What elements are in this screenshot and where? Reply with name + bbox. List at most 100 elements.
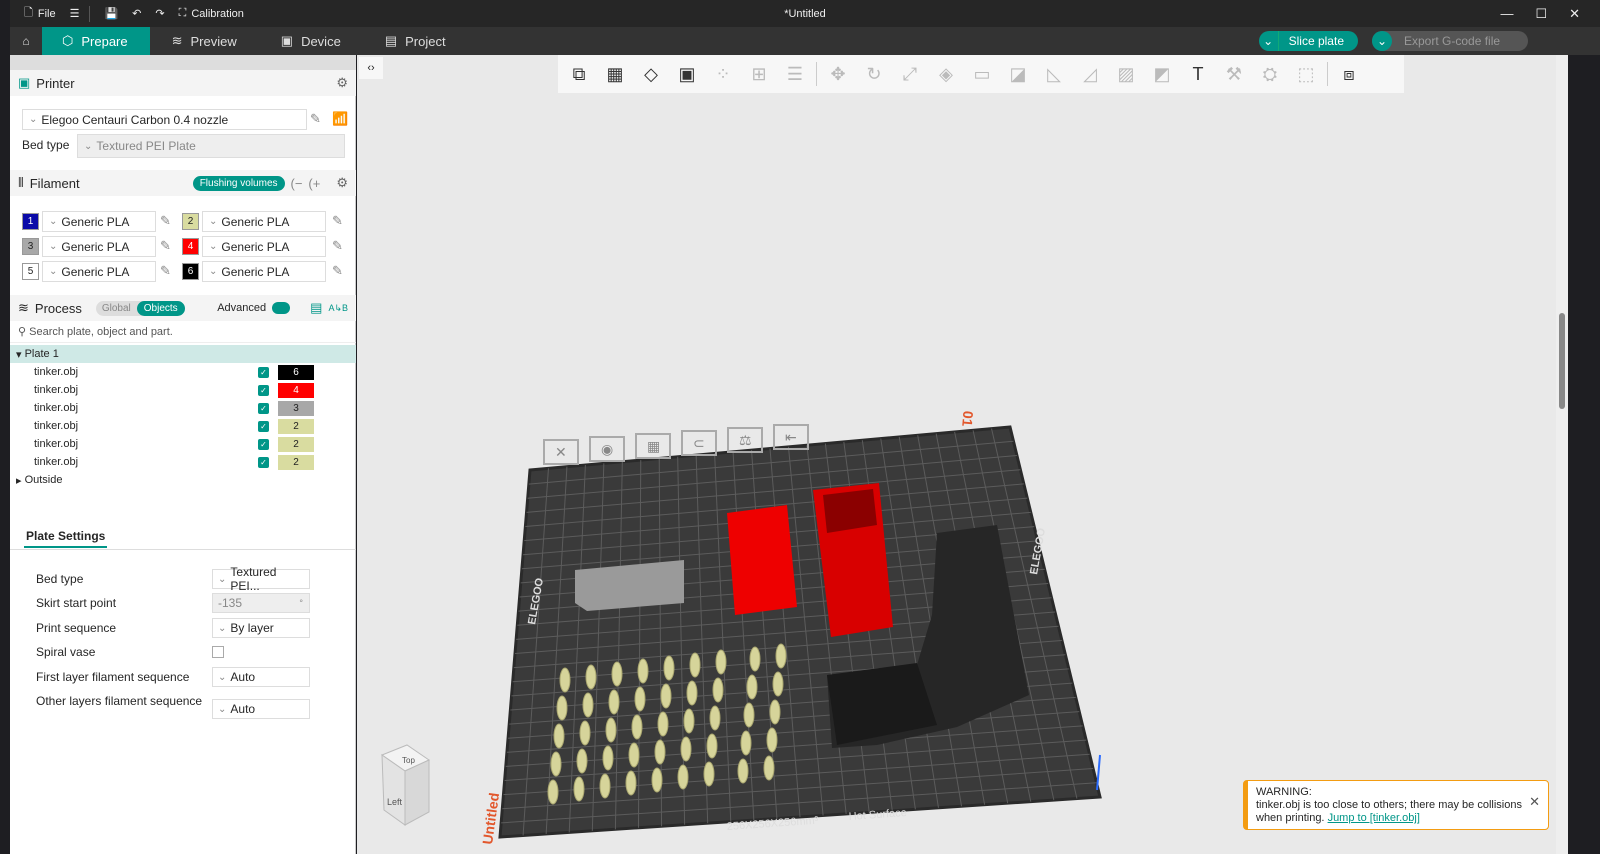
filament-select[interactable]: ⌄ Generic PLA [42,236,156,257]
bullet-object[interactable] [712,677,724,703]
add-filament-icon[interactable]: (+ [308,176,320,191]
plate-settings-tab[interactable]: Plate Settings [24,529,108,548]
bullet-object[interactable] [709,705,721,731]
global-toggle[interactable]: Global [96,301,137,316]
spiral-vase-checkbox[interactable] [212,646,224,658]
bullet-object[interactable] [743,702,755,728]
object-filament[interactable]: 6 [278,364,314,380]
bullet-object[interactable] [582,692,594,718]
filament-swatch[interactable]: 3 [22,238,39,255]
calibration-button[interactable]: ⛶ Calibration [179,7,244,20]
visibility-checkbox[interactable]: ✓ [258,438,269,450]
bullet-object[interactable] [769,699,781,725]
bullet-object[interactable] [749,646,761,672]
tab-prepare[interactable]: ⬡ Prepare [42,27,150,55]
tree-plate[interactable]: ▾ Plate 1 [10,345,356,363]
bullet-object[interactable] [657,711,669,737]
bullet-object[interactable] [559,667,571,693]
tree-object[interactable]: tinker.obj ✓ 3 [10,399,356,417]
printer-select[interactable]: ⌄ Elegoo Centauri Carbon 0.4 nozzle [22,109,307,130]
tab-preview[interactable]: ≋ Preview [150,27,259,55]
minimize-button[interactable]: — [1500,6,1513,21]
filament-swatch[interactable]: 1 [22,213,39,230]
object-filament[interactable]: 2 [278,418,314,434]
home-button[interactable]: ⌂ [10,27,42,55]
bullet-object[interactable] [547,779,559,805]
tree-object[interactable]: tinker.obj ✓ 2 [10,417,356,435]
bullet-object[interactable] [772,671,784,697]
flushing-volumes-button[interactable]: Flushing volumes [192,175,285,191]
bullet-object[interactable] [628,742,640,768]
objects-toggle[interactable]: Objects [136,300,185,316]
setting-select[interactable]: ⌄ By layer [212,618,310,638]
tree-outside[interactable]: ▸ Outside [10,471,356,489]
undo-button[interactable]: ↶ [132,7,141,20]
settings-sliders-icon[interactable]: ⚙ [336,75,348,91]
edit-icon[interactable]: ✎ [160,238,171,254]
bullet-object[interactable] [677,764,689,790]
tree-object[interactable]: tinker.obj ✓ 6 [10,363,356,381]
bullet-object[interactable] [663,655,675,681]
setting-select[interactable]: ⌄ Auto [212,699,310,719]
filament-swatch[interactable]: 2 [182,213,199,230]
rename-icon[interactable]: A↳B [328,303,348,314]
edit-icon[interactable]: ✎ [332,238,343,254]
tree-object[interactable]: tinker.obj ✓ 2 [10,453,356,471]
bullet-object[interactable] [654,739,666,765]
bullet-object[interactable] [766,727,778,753]
bullet-object[interactable] [553,723,565,749]
visibility-checkbox[interactable]: ✓ [258,402,269,414]
bullet-object[interactable] [573,776,585,802]
maximize-button[interactable]: ☐ [1535,6,1547,22]
tree-object[interactable]: tinker.obj ✓ 2 [10,435,356,453]
jump-to-object-link[interactable]: Jump to [tinker.obj] [1328,812,1420,824]
view-cube-front[interactable] [404,759,430,826]
3d-viewport[interactable]: ‹› ⧉ ▦ ◇ ▣ ⁘ ⊞ ☰ ✥ ↻ ⤢ ◈ ▭ ◪ ◺ ◿ ▨ ◩ T ⚒ ⛭ ⬚ ⧈ ✕ ◉ ▦ ⊂ ⚖ ⇤ 01 256X25… [357,55,1556,854]
filament-select[interactable]: ⌄ Generic PLA [202,211,326,232]
object-filament[interactable]: 2 [278,454,314,470]
bullet-object[interactable] [634,686,646,712]
bullet-object[interactable] [746,674,758,700]
edit-icon[interactable]: ✎ [332,263,343,279]
setting-input[interactable]: -135 ° [212,593,310,613]
bullet-object[interactable] [703,761,715,787]
setting-select[interactable]: ⌄ Auto [212,667,310,687]
bullet-object[interactable] [611,661,623,687]
bullet-object[interactable] [602,745,614,771]
tab-device[interactable]: ▣ Device [259,27,363,55]
bed-type-select[interactable]: ⌄ Textured PEI Plate [77,134,345,158]
export-gcode-button[interactable]: ⌄ Export G-code file [1372,31,1528,51]
redo-button[interactable]: ↷ [155,7,164,20]
bullet-object[interactable] [605,717,617,743]
bullet-object[interactable] [608,689,620,715]
filament-select[interactable]: ⌄ Generic PLA [202,261,326,282]
chevron-down-icon[interactable]: ⌄ [1259,31,1279,51]
bullet-object[interactable] [689,652,701,678]
filament-swatch[interactable]: 5 [22,263,39,280]
bullet-object[interactable] [625,770,637,796]
bullet-object[interactable] [660,683,672,709]
edit-icon[interactable]: ✎ [160,263,171,279]
filament-swatch[interactable]: 6 [182,263,199,280]
menu-button[interactable]: ☰ [70,7,80,20]
filament-select[interactable]: ⌄ Generic PLA [202,236,326,257]
object-filament[interactable]: 2 [278,436,314,452]
visibility-checkbox[interactable]: ✓ [258,456,269,468]
setting-select[interactable]: ⌄ Textured PEI... [212,565,310,593]
bullet-object[interactable] [550,751,562,777]
filament-swatch[interactable]: 4 [182,238,199,255]
visibility-checkbox[interactable]: ✓ [258,366,269,378]
search-input[interactable]: ⚲ Search plate, object and part. [10,321,356,343]
remove-filament-icon[interactable]: (− [291,176,303,191]
bullet-object[interactable] [737,758,749,784]
edit-icon[interactable]: ✎ [160,213,171,229]
visibility-checkbox[interactable]: ✓ [258,420,269,432]
settings-sliders-icon[interactable]: ⚙ [336,175,348,191]
bullet-object[interactable] [740,730,752,756]
bullet-object[interactable] [686,680,698,706]
list-icon[interactable]: ▤ [310,300,322,316]
bullet-object[interactable] [683,708,695,734]
scrollbar[interactable] [1556,55,1568,854]
bullet-object[interactable] [556,695,568,721]
object-filament[interactable]: 3 [278,400,314,416]
